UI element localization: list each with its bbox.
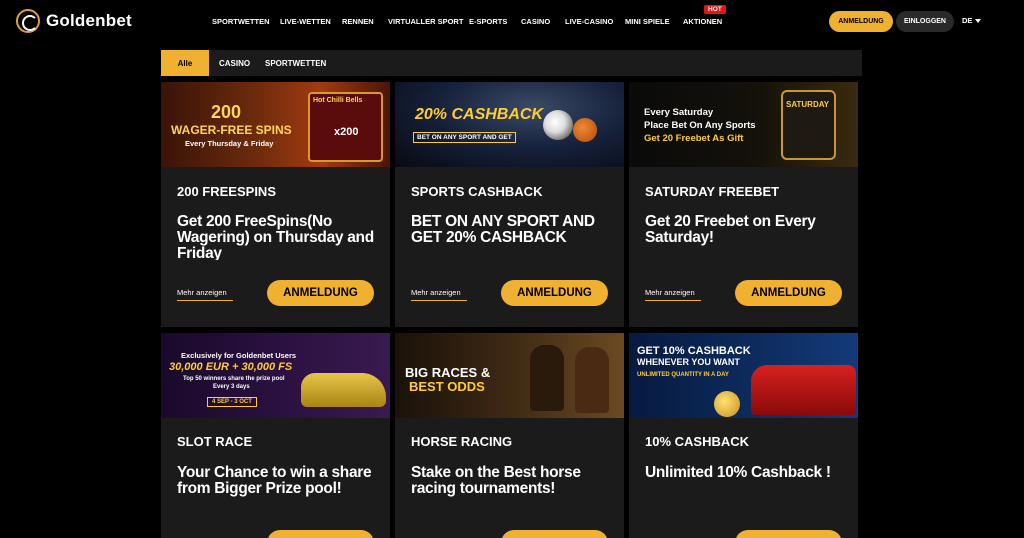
hot-badge: HOT [704,5,726,14]
sports-car-icon [751,365,856,415]
promo-title: SPORTS CASHBACK [411,184,543,199]
promo-filter-bar: Alle CASINO SPORTWETTEN [161,50,862,76]
promo-title: 10% CASHBACK [645,434,750,449]
promo-description: BET ON ANY SPORT AND GET 20% CASHBACK [411,214,595,246]
promo-register-button[interactable] [501,530,608,538]
nav-live-wetten[interactable]: LIVE-WETTEN [280,17,331,26]
more-link[interactable]: Mehr anzeigen [645,288,701,301]
banner-text: BET ON ANY SPORT AND GET [413,132,516,143]
promo-banner-cashback: GET 10% CASHBACK WHENEVER YOU WANT UNLIM… [629,333,858,418]
promo-description: Unlimited 10% Cashback ! [645,465,831,481]
promo-register-button[interactable]: ANMELDUNG [501,280,608,306]
coin-icon [714,391,740,417]
football-icon [543,110,573,140]
banner-text: Get 20 Freebet As Gift [644,133,744,144]
banner-text: Every Saturday [644,107,714,118]
banner-text: x200 [334,126,359,138]
banner-text: BEST ODDS [409,379,485,394]
banner-text: Hot Chilli Bells [313,97,363,104]
promo-title: HORSE RACING [411,434,513,449]
promo-register-button[interactable]: ANMELDUNG [735,280,842,306]
banner-text: UNLIMITED QUANTITY IN A DAY [637,372,729,378]
banner-text: GET 10% CASHBACK [637,345,751,357]
promo-title: 200 FREESPINS [177,184,276,199]
top-header: Goldenbet SPORTWETTEN LIVE-WETTEN RENNEN… [0,0,1024,42]
promo-register-button[interactable] [267,530,374,538]
register-button[interactable]: ANMELDUNG [829,11,893,32]
logo-text: Goldenbet [46,11,132,30]
promo-banner-sports-cashback: 20% CASHBACK BET ON ANY SPORT AND GET [395,82,624,167]
banner-text: WAGER-FREE SPINS [171,123,292,137]
banner-text: 200 [211,102,242,122]
promo-register-button[interactable]: ANMELDUNG [267,280,374,306]
nav-sportwetten[interactable]: SPORTWETTEN [212,17,270,26]
phone-icon: SATURDAY [781,90,836,160]
nav-e-sports[interactable]: E-SPORTS [469,17,507,26]
promo-card-horse-racing: BIG RACES & BEST ODDS HORSE RACING Stake… [395,333,624,538]
banner-text: SATURDAY [786,100,830,109]
promo-card-sports-cashback: 20% CASHBACK BET ON ANY SPORT AND GET SP… [395,82,624,327]
promo-register-button[interactable] [735,530,842,538]
filter-tab-casino[interactable]: CASINO [219,50,250,76]
promo-description: Stake on the Best horse racing tournamen… [411,465,581,497]
filter-tab-all[interactable]: Alle [161,50,209,76]
horse-rider-icon [575,347,609,413]
promo-banner-slot-race: Exclusively for Goldenbet Users 30,000 E… [161,333,390,418]
slot-machine-icon: Hot Chilli Bells x200 [308,92,383,162]
nav-casino[interactable]: CASINO [521,17,550,26]
banner-text: Exclusively for Goldenbet Users [181,351,297,360]
promo-card-saturday-freebet: Every Saturday Place Bet On Any Sports G… [629,82,858,327]
banner-text: Every 3 days [213,384,250,390]
nav-live-casino[interactable]: LIVE-CASINO [565,17,613,26]
banner-text: Place Bet On Any Sports [644,120,756,131]
basketball-icon [573,118,597,142]
promo-card-freespins: 200 WAGER-FREE SPINS Every Thursday & Fr… [161,82,390,327]
promo-description: Get 20 Freebet on Every Saturday! [645,214,816,246]
more-link[interactable]: Mehr anzeigen [411,288,467,301]
banner-text: WHENEVER YOU WANT [637,357,740,367]
nav-virtualler-sport[interactable]: VIRTUALLER SPORT [388,17,463,26]
nav-rennen[interactable]: RENNEN [342,17,374,26]
language-selector[interactable]: DE [962,16,982,25]
banner-text: Top 50 winners share the prize pool [183,376,285,382]
nav-mini-spiele[interactable]: MINI SPIELE [625,17,670,26]
banner-text: 30,000 EUR + 30,000 FS [169,361,293,373]
filter-tab-sportwetten[interactable]: SPORTWETTEN [265,50,326,76]
chevron-down-icon [975,18,982,23]
nav-aktionen[interactable]: AKTIONEN [683,17,722,26]
promo-banner-saturday-freebet: Every Saturday Place Bet On Any Sports G… [629,82,858,167]
promo-title: SLOT RACE [177,434,253,449]
banner-text: 20% CASHBACK [415,106,544,123]
logo[interactable]: Goldenbet [16,8,132,34]
banner-text: Every Thursday & Friday [185,139,274,148]
sports-car-icon [301,373,386,407]
horse-rider-icon [530,345,564,411]
promo-description: Your Chance to win a share from Bigger P… [177,465,372,497]
promo-title: SATURDAY FREEBET [645,184,780,199]
promo-card-slot-race: Exclusively for Goldenbet Users 30,000 E… [161,333,390,538]
goldenbet-logo-icon [16,9,40,33]
banner-text: BIG RACES & [405,365,491,380]
language-label: DE [962,16,973,25]
promo-card-cashback: GET 10% CASHBACK WHENEVER YOU WANT UNLIM… [629,333,858,538]
more-link[interactable]: Mehr anzeigen [177,288,233,301]
promo-banner-freespins: 200 WAGER-FREE SPINS Every Thursday & Fr… [161,82,390,167]
login-button[interactable]: EINLOGGEN [896,11,954,32]
promo-banner-horse-racing: BIG RACES & BEST ODDS [395,333,624,418]
promo-description: Get 200 FreeSpins(No Wagering) on Thursd… [177,214,374,260]
banner-text: 4 SEP - 3 OCT [207,397,257,407]
